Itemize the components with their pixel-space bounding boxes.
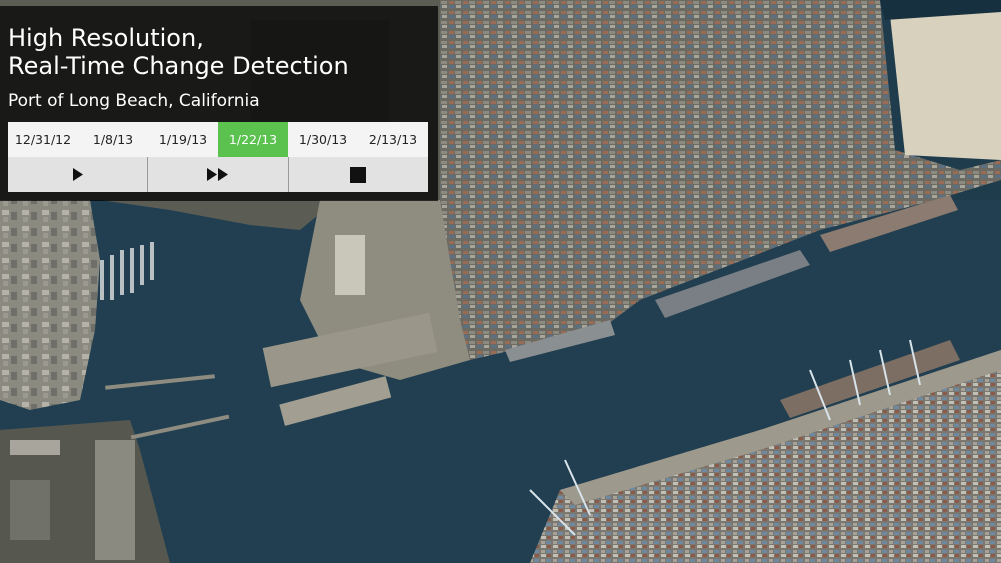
stop-icon	[350, 166, 367, 183]
date-tab[interactable]: 2/13/13	[358, 122, 428, 157]
title-line-1: High Resolution,	[8, 24, 204, 52]
title-line-2: Real-Time Change Detection	[8, 52, 349, 80]
play-button[interactable]	[8, 157, 149, 192]
date-selector: 12/31/12 1/8/13 1/19/13 1/22/13 1/30/13 …	[8, 122, 428, 157]
date-tab[interactable]: 12/31/12	[8, 122, 78, 157]
playback-controls	[8, 157, 428, 192]
stop-button[interactable]	[289, 157, 428, 192]
date-tab[interactable]: 1/8/13	[78, 122, 148, 157]
date-tab[interactable]: 1/19/13	[148, 122, 218, 157]
date-tab[interactable]: 1/30/13	[288, 122, 358, 157]
location-subtitle: Port of Long Beach, California	[8, 91, 260, 111]
fast-forward-button[interactable]	[148, 157, 289, 192]
page-title: High Resolution, Real-Time Change Detect…	[8, 24, 428, 80]
fast-forward-icon	[206, 168, 228, 181]
date-tab-active[interactable]: 1/22/13	[218, 122, 288, 157]
play-icon	[72, 168, 83, 181]
